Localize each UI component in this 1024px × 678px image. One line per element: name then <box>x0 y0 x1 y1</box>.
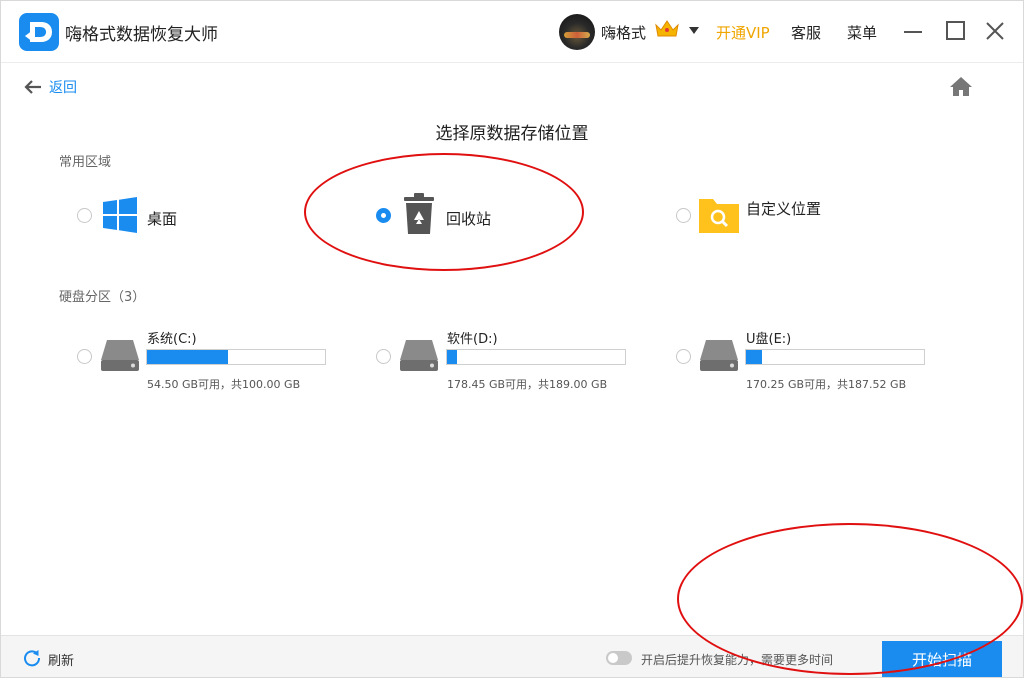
back-label: 返回 <box>49 80 77 96</box>
customer-service-link[interactable]: 客服 <box>791 22 821 43</box>
maximize-icon[interactable] <box>944 19 968 43</box>
open-vip-link[interactable]: 开通VIP <box>716 22 770 43</box>
annotation-ellipse <box>304 153 584 271</box>
enhanced-recovery-label: 开启后提升恢复能力，需要更多时间 <box>641 653 834 667</box>
drive-e-usage-fill <box>746 350 763 364</box>
menu-link[interactable]: 菜单 <box>847 22 877 43</box>
custom-location-radio[interactable] <box>676 208 691 223</box>
drive-d-info: 178.45 GB可用，共189.00 GB <box>447 378 608 391</box>
back-arrow-icon <box>24 80 41 94</box>
refresh-button[interactable]: 刷新 <box>48 650 74 669</box>
custom-location-option-label[interactable]: 自定义位置 <box>746 198 821 219</box>
windows-icon <box>103 197 137 233</box>
desktop-option-label[interactable]: 桌面 <box>147 208 177 229</box>
common-section-label: 常用区域 <box>59 155 112 170</box>
bottom-bar: 刷新 开启后提升恢复能力，需要更多时间 开始扫描 <box>1 635 1023 677</box>
page-title: 选择原数据存储位置 <box>435 124 589 144</box>
close-icon[interactable] <box>983 19 1007 43</box>
recycle-bin-option-label[interactable]: 回收站 <box>446 208 491 229</box>
app-window: 嗨格式数据恢复大师 嗨格式 开通VIP 客服 菜单 返回 选择原数据存储位置 常… <box>0 0 1024 678</box>
recycle-bin-radio[interactable] <box>376 208 391 223</box>
folder-search-icon <box>699 199 739 233</box>
app-title: 嗨格式数据恢复大师 <box>65 25 218 45</box>
drive-d-usage-fill <box>447 350 457 364</box>
hard-drive-icon <box>101 340 139 371</box>
back-button[interactable]: 返回 <box>23 77 77 97</box>
disk-section-label: 硬盘分区（3） <box>59 290 146 305</box>
hard-drive-icon <box>400 340 438 371</box>
minimize-icon[interactable] <box>902 19 926 43</box>
user-avatar[interactable] <box>559 14 595 50</box>
drive-c-usage-bar <box>146 349 326 365</box>
drive-d-name: 软件(D:) <box>447 332 498 347</box>
drive-c-usage-fill <box>147 350 228 364</box>
drive-c-radio[interactable] <box>77 349 92 364</box>
enhanced-recovery-toggle[interactable] <box>606 651 632 665</box>
drive-e-radio[interactable] <box>676 349 691 364</box>
crown-icon <box>655 20 679 37</box>
drive-d-radio[interactable] <box>376 349 391 364</box>
drive-d-usage-bar <box>446 349 626 365</box>
home-icon[interactable] <box>949 75 973 97</box>
drive-e-info: 170.25 GB可用，共187.52 GB <box>746 378 907 391</box>
start-scan-button[interactable]: 开始扫描 <box>882 641 1002 677</box>
desktop-radio[interactable] <box>77 208 92 223</box>
recycle-bin-icon <box>404 193 434 234</box>
user-dropdown-icon[interactable] <box>689 27 699 34</box>
user-name[interactable]: 嗨格式 <box>601 22 646 43</box>
drive-e-name: U盘(E:) <box>746 332 792 347</box>
drive-c-name: 系统(C:) <box>147 332 197 347</box>
drive-c-info: 54.50 GB可用，共100.00 GB <box>147 378 301 391</box>
hard-drive-icon <box>700 340 738 371</box>
refresh-icon[interactable] <box>23 649 41 667</box>
drive-e-usage-bar <box>745 349 925 365</box>
title-bar: 嗨格式数据恢复大师 嗨格式 开通VIP 客服 菜单 <box>1 1 1023 63</box>
app-logo-icon <box>19 13 59 51</box>
